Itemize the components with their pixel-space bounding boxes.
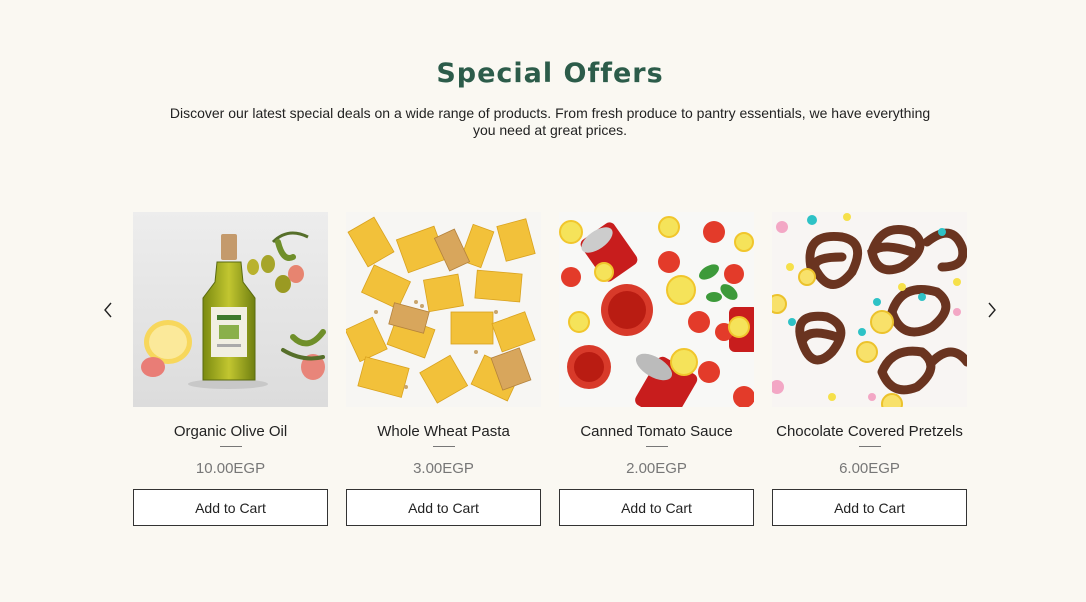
product-card: Chocolate Covered Pretzels 6.00EGP Add t… — [772, 212, 967, 526]
product-name[interactable]: Canned Tomato Sauce — [559, 423, 754, 440]
divider — [645, 446, 668, 447]
section-title: Special Offers — [436, 58, 664, 89]
product-image-tomato-sauce[interactable] — [559, 212, 754, 407]
add-to-cart-button[interactable]: Add to Cart — [559, 489, 754, 526]
product-card: Whole Wheat Pasta 3.00EGP Add to Cart — [346, 212, 541, 526]
section-description: Discover our latest special deals on a w… — [169, 105, 931, 138]
product-name[interactable]: Whole Wheat Pasta — [346, 423, 541, 440]
carousel-prev-button[interactable] — [96, 296, 120, 324]
product-price: 6.00EGP — [839, 460, 900, 477]
product-price: 2.00EGP — [626, 460, 687, 477]
carousel-next-button[interactable] — [980, 296, 1004, 324]
chevron-right-icon — [988, 302, 996, 318]
chevron-left-icon — [104, 302, 112, 318]
product-name[interactable]: Organic Olive Oil — [133, 423, 328, 440]
divider — [219, 446, 242, 447]
divider — [432, 446, 455, 447]
product-price: 10.00EGP — [195, 460, 266, 477]
add-to-cart-button[interactable]: Add to Cart — [346, 489, 541, 526]
add-to-cart-button[interactable]: Add to Cart — [772, 489, 967, 526]
divider — [858, 446, 881, 447]
product-card: Organic Olive Oil 10.00EGP Add to Cart — [133, 212, 328, 526]
product-image-pretzels[interactable] — [772, 212, 967, 407]
product-image-olive-oil[interactable] — [133, 212, 328, 407]
product-price: 3.00EGP — [413, 460, 474, 477]
product-name[interactable]: Chocolate Covered Pretzels — [772, 423, 967, 440]
product-image-pasta[interactable] — [346, 212, 541, 407]
add-to-cart-button[interactable]: Add to Cart — [133, 489, 328, 526]
product-card: Canned Tomato Sauce 2.00EGP Add to Cart — [559, 212, 754, 526]
